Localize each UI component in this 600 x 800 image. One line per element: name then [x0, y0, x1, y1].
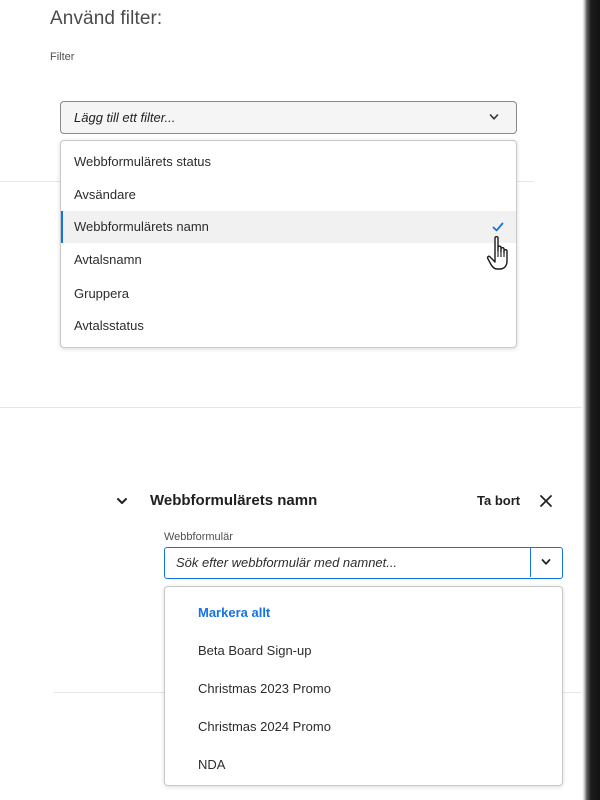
webform-options-menu: Markera allt Beta Board Sign-up Christma…: [164, 586, 563, 786]
checkmark-icon: [491, 220, 505, 234]
panel-title: Använd filter:: [50, 8, 163, 29]
webform-option[interactable]: Christmas 2024 Promo: [198, 719, 331, 734]
webform-option[interactable]: NDA: [198, 757, 225, 772]
menu-item-group[interactable]: Gruppera: [61, 278, 516, 310]
menu-item-label: Avsändare: [74, 187, 136, 202]
section-divider: [0, 407, 582, 408]
add-filter-select[interactable]: Lägg till ett filter...: [60, 101, 517, 134]
hand-pointer-icon: [486, 234, 518, 274]
menu-item-label: Webbformulärets namn: [74, 219, 209, 234]
chevron-down-icon: [489, 112, 499, 122]
menu-item-agreement-status[interactable]: Avtalsstatus: [61, 310, 516, 342]
divider: [54, 692, 164, 693]
webform-dropdown-button[interactable]: [530, 548, 562, 577]
menu-item-label: Webbformulärets status: [74, 154, 212, 169]
filter-options-menu: Webbformulärets status Avsändare Webbfor…: [60, 140, 517, 348]
menu-item-agreement-name[interactable]: Avtalsnamn: [61, 244, 516, 276]
add-filter-placeholder: Lägg till ett filter...: [74, 110, 176, 125]
active-filter-title: Webbformulärets namn: [150, 492, 318, 509]
chevron-down-icon[interactable]: [116, 495, 128, 507]
menu-item-label: Gruppera: [74, 286, 129, 301]
menu-item-webform-status[interactable]: Webbformulärets status: [61, 146, 516, 178]
menu-item-label: Avtalsnamn: [74, 252, 142, 267]
filter-panel: Använd filter: Filter Lägg till ett filt…: [0, 0, 582, 800]
menu-item-label: Avtalsstatus: [74, 318, 144, 333]
chevron-down-icon: [541, 557, 551, 567]
close-icon[interactable]: [539, 494, 553, 508]
remove-filter-link[interactable]: Ta bort: [477, 493, 520, 508]
filter-label: Filter: [50, 51, 75, 63]
webform-field-label: Webbformulär: [164, 531, 233, 543]
selected-indicator: [61, 211, 63, 243]
menu-item-sender[interactable]: Avsändare: [61, 179, 516, 211]
webform-option[interactable]: Christmas 2023 Promo: [198, 681, 331, 696]
webform-search-input[interactable]: Sök efter webbformulär med namnet...: [164, 547, 563, 579]
menu-item-webform-name[interactable]: Webbformulärets namn: [61, 211, 516, 243]
divider: [563, 692, 582, 693]
select-all-option[interactable]: Markera allt: [198, 605, 270, 620]
divider: [0, 181, 60, 182]
window-edge-shadow: [582, 0, 600, 800]
webform-search-placeholder: Sök efter webbformulär med namnet...: [176, 555, 398, 570]
webform-option[interactable]: Beta Board Sign-up: [198, 643, 311, 658]
divider: [517, 181, 533, 182]
